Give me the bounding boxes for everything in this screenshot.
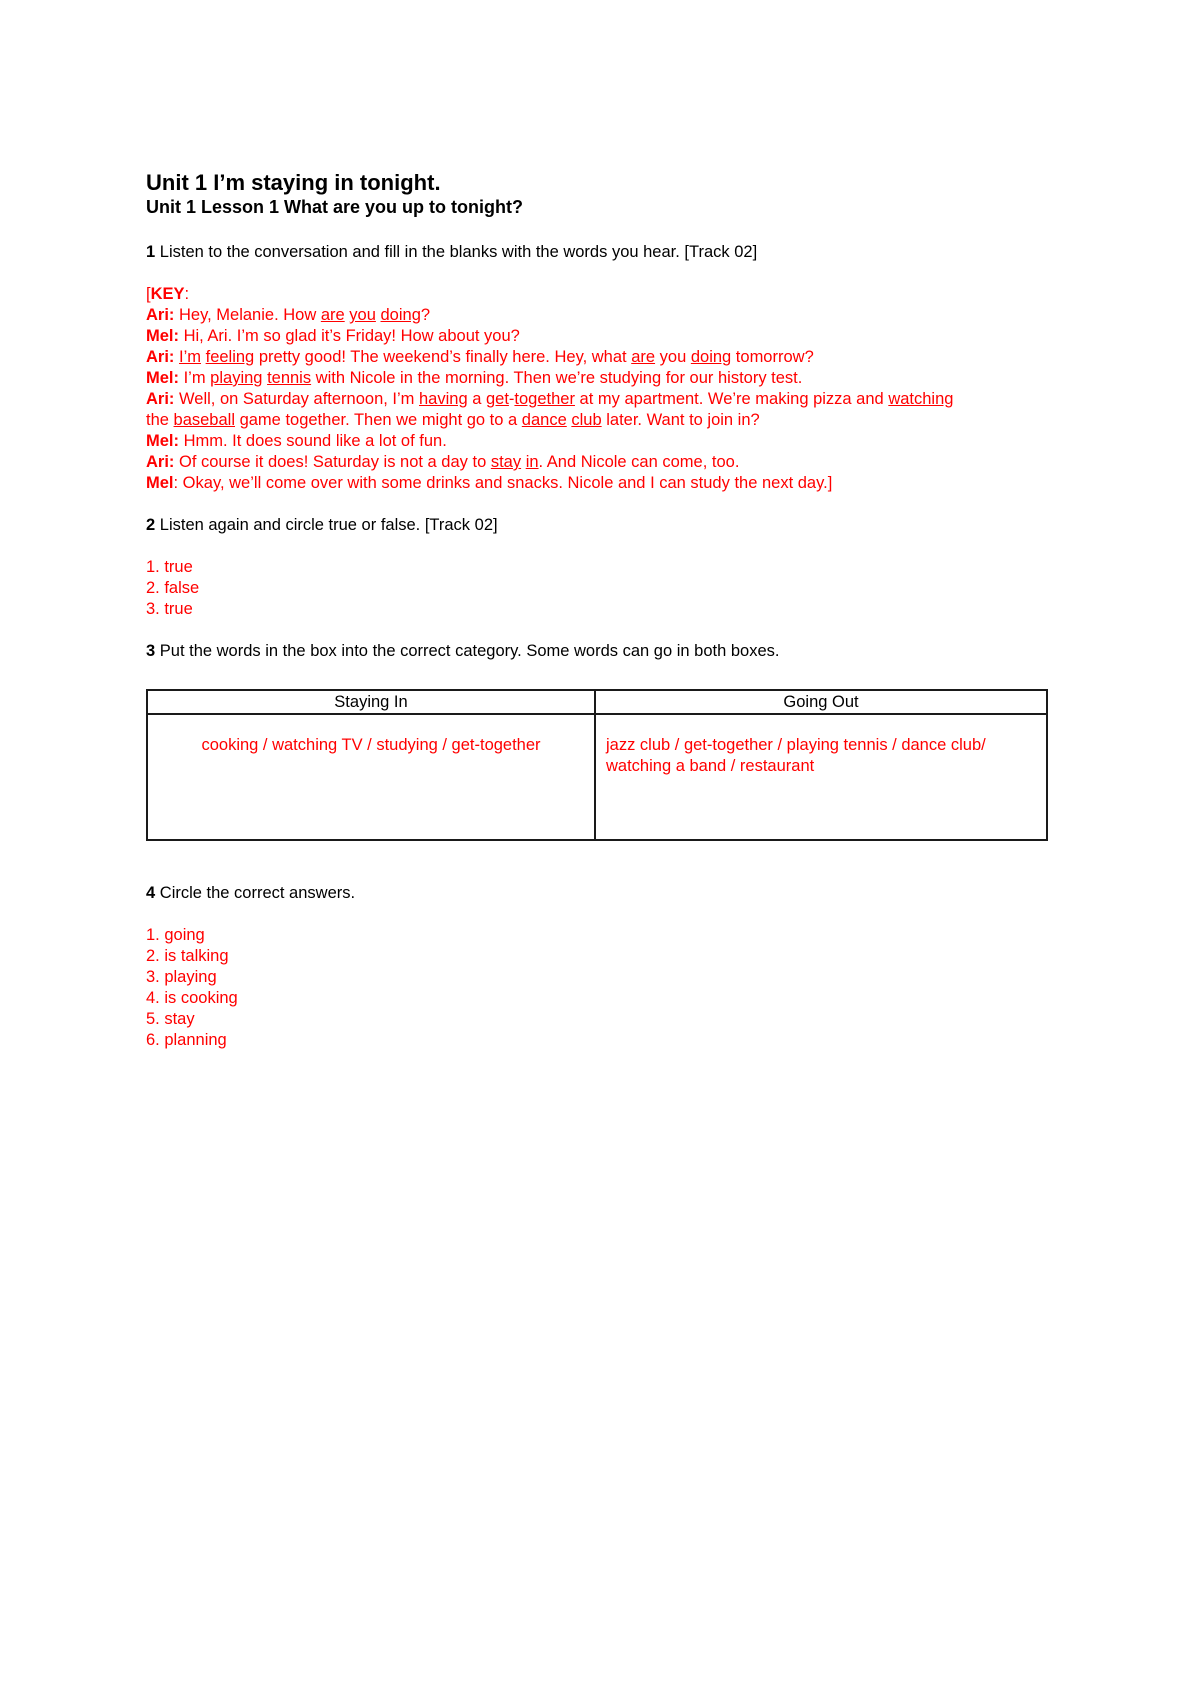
dialogue-text: a bbox=[467, 390, 486, 408]
document-page: Unit 1 I’m staying in tonight. Unit 1 Le… bbox=[146, 170, 1048, 1051]
dialogue-text: Of course it does! Saturday is not a day… bbox=[174, 453, 491, 471]
answer-item: 3. true bbox=[146, 600, 193, 618]
filled-blank: get bbox=[485, 390, 509, 408]
dialogue-line: Ari: Of course it does! Saturday is not … bbox=[146, 452, 1046, 473]
speaker-label: Mel bbox=[146, 474, 174, 492]
header-staying-in: Staying In bbox=[146, 689, 596, 715]
dialogue-line: Mel: Okay, we’ll come over with some dri… bbox=[146, 473, 1046, 494]
dialogue-text: later. Want to join in? bbox=[601, 411, 760, 429]
filled-blank: playing bbox=[210, 369, 263, 387]
answer-item: 3. playing bbox=[146, 968, 217, 986]
filled-blank: doing bbox=[380, 306, 421, 324]
exercise-3-text: Put the words in the box into the correc… bbox=[155, 642, 780, 660]
filled-blank: dance bbox=[521, 411, 567, 429]
exercise-4-instruction: 4 Circle the correct answers. bbox=[146, 883, 1046, 904]
lesson-title-text: Unit 1 Lesson 1 What are you up to tonig… bbox=[146, 197, 513, 217]
dialogue-text: the bbox=[146, 411, 174, 429]
dialogue: Ari: Hey, Melanie. How are you doing? Mel… bbox=[146, 305, 1046, 494]
dialogue-line: the baseball game together. Then we migh… bbox=[146, 410, 1046, 431]
category-table-header: Staying In Going Out bbox=[146, 689, 1048, 715]
answer-item: 4. is cooking bbox=[146, 989, 238, 1007]
dialogue-text: ? bbox=[420, 306, 431, 324]
answer-item: 1. going bbox=[146, 926, 205, 944]
exercise-2-answers: 1. true 2. false 3. true bbox=[146, 557, 1046, 620]
speaker-label: Ari: bbox=[146, 390, 175, 408]
dialogue-line: Ari: I’m feeling pretty good! The weeken… bbox=[146, 347, 1046, 368]
exercise-4-text: Circle the correct answers. bbox=[155, 884, 356, 902]
lesson-title: Unit 1 Lesson 1 What are you up to tonig… bbox=[146, 196, 1046, 218]
dialogue-text: Well, on Saturday afternoon, I’m bbox=[174, 390, 419, 408]
cell-going-out: jazz club / get-together / playing tenni… bbox=[594, 713, 1048, 841]
dialogue-text: pretty good! The weekend’s finally here.… bbox=[254, 348, 632, 366]
filled-blank: baseball bbox=[173, 411, 235, 429]
answer-item: 2. false bbox=[146, 579, 200, 597]
dialogue-text: : Okay, we’ll come over with some drinks… bbox=[173, 474, 833, 492]
speaker-label: Ari: bbox=[146, 348, 175, 366]
exercise-2-number: 2 bbox=[146, 516, 156, 534]
filled-blank: are bbox=[631, 348, 656, 366]
filled-blank: together bbox=[514, 390, 575, 408]
exercise-3-number: 3 bbox=[146, 642, 156, 660]
filled-blank: doing bbox=[690, 348, 732, 366]
filled-blank: having bbox=[419, 390, 468, 408]
dialogue-text: . And Nicole can come, too. bbox=[538, 453, 740, 471]
dialogue-text: with Nicole in the morning. Then we’re s… bbox=[311, 369, 803, 387]
filled-blank: watching bbox=[888, 390, 954, 408]
exercise-3-instruction: 3 Put the words in the box into the corr… bbox=[146, 641, 1046, 662]
exercise-2-text: Listen again and circle true or false. [… bbox=[155, 516, 498, 534]
dialogue-line: Ari: Hey, Melanie. How are you doing? bbox=[146, 305, 1046, 326]
dialogue-text: tomorrow? bbox=[731, 348, 814, 366]
filled-blank: tennis bbox=[267, 369, 312, 387]
exercise-4-answers: 1. going 2. is talking 3. playing 4. is … bbox=[146, 925, 1046, 1051]
dialogue-line: Mel: Hi, Ari. I’m so glad it’s Friday! H… bbox=[146, 326, 1046, 347]
answer-item: 6. planning bbox=[146, 1031, 227, 1049]
filled-blank: club bbox=[571, 411, 602, 429]
speaker-label: Ari: bbox=[146, 306, 175, 324]
dialogue-text: I’m bbox=[179, 369, 211, 387]
exercise-2-instruction: 2 Listen again and circle true or false.… bbox=[146, 515, 1046, 536]
speaker-label: Mel: bbox=[146, 327, 179, 345]
dialogue-text: Hi, Ari. I’m so glad it’s Friday! How ab… bbox=[179, 327, 520, 345]
dialogue-text: game together. Then we might go to a bbox=[235, 411, 522, 429]
dialogue-line: Mel: I’m playing tennis with Nicole in t… bbox=[146, 368, 1046, 389]
dialogue-text: Hey, Melanie. How bbox=[174, 306, 321, 324]
answer-key: [KEY: Ari: Hey, Melanie. How are you doi… bbox=[146, 284, 1046, 494]
dialogue-line: Mel: Hmm. It does sound like a lot of fu… bbox=[146, 431, 1046, 452]
answer-item: 1. true bbox=[146, 558, 193, 576]
speaker-label: Ari: bbox=[146, 453, 175, 471]
dialogue-line: Ari: Well, on Saturday afternoon, I’m ha… bbox=[146, 389, 1046, 410]
dialogue-text: at my apartment. We’re making pizza and bbox=[574, 390, 889, 408]
dialogue-text: you bbox=[655, 348, 691, 366]
filled-blank: I’m bbox=[179, 348, 202, 366]
key-label: KEY bbox=[150, 285, 185, 303]
answer-item: 5. stay bbox=[146, 1010, 195, 1028]
filled-blank: feeling bbox=[205, 348, 255, 366]
key-colon: : bbox=[184, 285, 190, 303]
filled-blank: are bbox=[320, 306, 345, 324]
exercise-1-text: Listen to the conversation and fill in t… bbox=[155, 243, 758, 261]
cell-staying-in: cooking / watching TV / studying / get-t… bbox=[146, 713, 596, 841]
speaker-label: Mel: bbox=[146, 432, 179, 450]
category-table-row: cooking / watching TV / studying / get-t… bbox=[146, 713, 1048, 841]
exercise-1-number: 1 bbox=[146, 243, 156, 261]
filled-blank: stay bbox=[490, 453, 522, 471]
lesson-title-mark: ? bbox=[512, 197, 524, 217]
exercise-1-instruction: 1 Listen to the conversation and fill in… bbox=[146, 242, 1046, 263]
category-table: Staying In Going Out cooking / watching … bbox=[146, 689, 1048, 841]
unit-title: Unit 1 I’m staying in tonight. bbox=[146, 170, 441, 195]
filled-blank: you bbox=[349, 306, 376, 324]
dialogue-text: Hmm. It does sound like a lot of fun. bbox=[179, 432, 447, 450]
filled-blank: in bbox=[525, 453, 539, 471]
header-going-out: Going Out bbox=[594, 689, 1048, 715]
speaker-label: Mel: bbox=[146, 369, 179, 387]
answer-key-header: [KEY: bbox=[146, 284, 1046, 305]
answer-item: 2. is talking bbox=[146, 947, 229, 965]
exercise-4-number: 4 bbox=[146, 884, 156, 902]
